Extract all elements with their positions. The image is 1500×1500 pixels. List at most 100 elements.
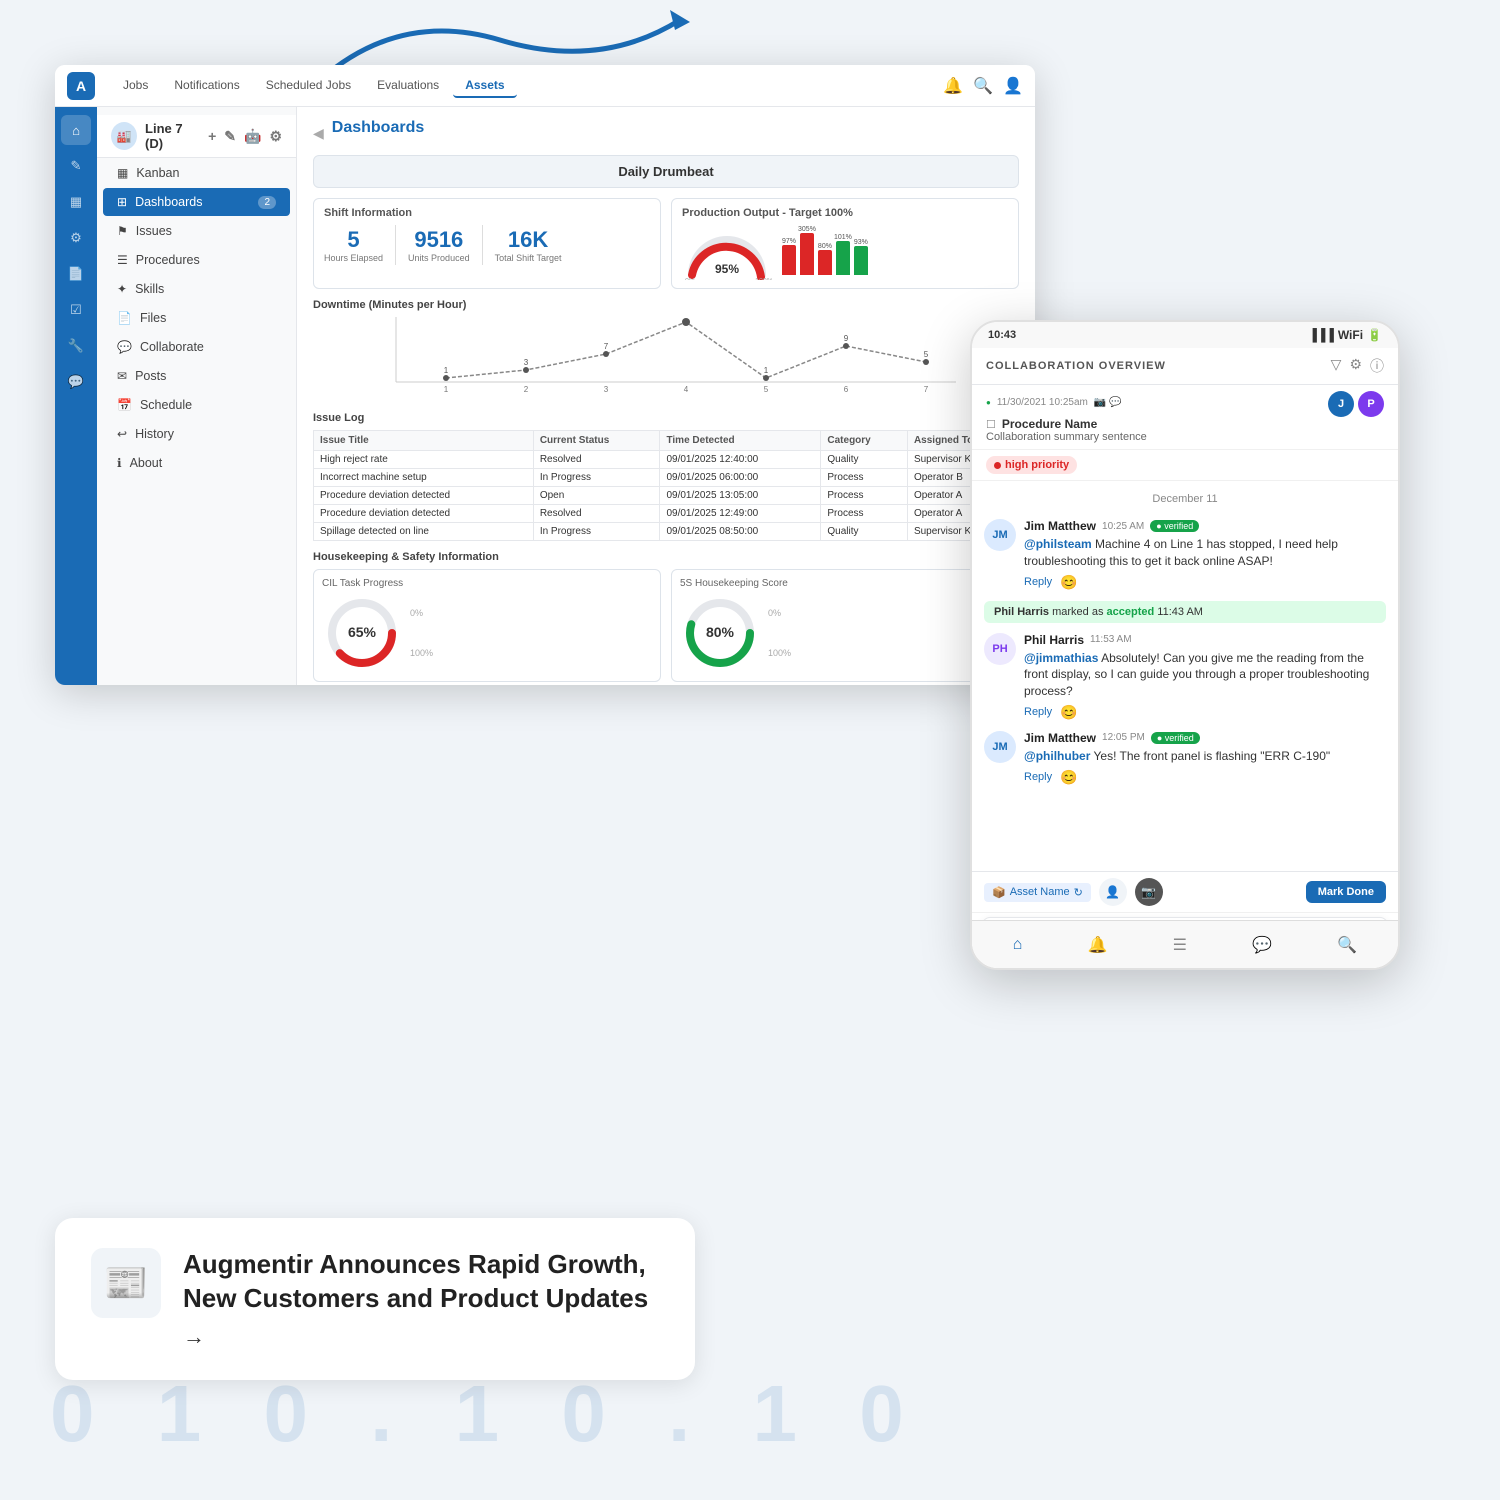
asset-title: Line 7 (D) — [145, 121, 200, 151]
sidebar-label-dashboards: Dashboards — [135, 195, 202, 209]
production-gauge: 95% 0% 100% — [682, 225, 772, 280]
sidebar-item-procedures[interactable]: ☰ Procedures — [103, 246, 290, 274]
sidebar-home-btn[interactable]: ⌂ — [61, 115, 91, 145]
capture-btn[interactable]: 📷 — [1135, 878, 1163, 906]
sidebar-item-schedule[interactable]: 📅 Schedule — [103, 391, 290, 419]
sidebar-label-files: Files — [140, 311, 166, 325]
accepted-label: marked as — [1052, 606, 1106, 618]
collapse-arrow[interactable]: ◀ — [313, 125, 324, 142]
search-icon[interactable]: 🔍 — [973, 76, 993, 96]
cell-category: Quality — [821, 523, 908, 541]
bell-icon[interactable]: 🔔 — [943, 76, 963, 96]
cell-category: Process — [821, 487, 908, 505]
svg-text:65%: 65% — [348, 624, 377, 640]
mobile-bottom-nav: ⌂ 🔔 ☰ 💬 🔍 — [972, 920, 1398, 968]
sidebar-chat-btn[interactable]: 💬 — [61, 367, 91, 397]
bottom-nav-search[interactable]: 🔍 — [1337, 935, 1357, 955]
cell-time: 09/01/2025 12:40:00 — [660, 451, 821, 469]
reaction-btn-2[interactable]: 😊 — [1060, 704, 1077, 721]
msg-content-2: Phil Harris 11:53 AM @jimmathias Absolut… — [1024, 633, 1386, 721]
edit-icon[interactable]: ✎ — [224, 128, 236, 145]
bottom-nav-list[interactable]: ☰ — [1173, 935, 1187, 955]
add-person-btn[interactable]: 👤 — [1099, 878, 1127, 906]
msg-time-3: 12:05 PM — [1102, 732, 1145, 743]
settings-icon[interactable]: ⚙ — [269, 128, 282, 145]
bottom-nav-home[interactable]: ⌂ — [1013, 936, 1023, 954]
svg-text:3: 3 — [604, 385, 609, 394]
asset-name-tag: 📦 Asset Name ↻ — [984, 883, 1091, 902]
info-icon[interactable]: ⓘ — [1370, 356, 1384, 376]
sidebar-checklist-btn[interactable]: ☑ — [61, 295, 91, 325]
sidebar-item-collaborate[interactable]: 💬 Collaborate — [103, 333, 290, 361]
svg-text:5: 5 — [924, 350, 929, 359]
sidebar-item-history[interactable]: ↩ History — [103, 420, 290, 448]
sidebar-item-kanban[interactable]: ▦ Kanban — [103, 159, 290, 187]
mobile-status-icons: ▐▐▐ WiFi 🔋 — [1308, 328, 1382, 342]
asset-tag-icon: 📦 — [992, 886, 1006, 899]
sidebar-label-collaborate: Collaborate — [140, 340, 204, 354]
msg-header-1: Jim Matthew 10:25 AM ● verified — [1024, 519, 1386, 533]
stat-divider-2 — [482, 225, 483, 265]
sidebar-label-procedures: Procedures — [136, 253, 200, 267]
msg-time-2: 11:53 AM — [1090, 634, 1132, 645]
reaction-btn-1[interactable]: 😊 — [1060, 574, 1077, 591]
msg-actions-1: Reply 😊 — [1024, 574, 1386, 591]
filter-icon[interactable]: ▽ — [1331, 356, 1342, 376]
content-area: ⌂ ✎ ▦ ⚙ 📄 ☑ 🔧 💬 🏭 Line 7 (D) + ✎ 🤖 ⚙ — [55, 107, 1035, 685]
user-icon[interactable]: 👤 — [1003, 76, 1023, 96]
plus-icon[interactable]: + — [208, 128, 216, 144]
asset-tag-close[interactable]: ↻ — [1074, 886, 1083, 899]
svg-text:100%: 100% — [755, 278, 772, 280]
reply-btn-2[interactable]: Reply — [1024, 706, 1052, 718]
news-arrow-icon: → — [183, 1324, 205, 1350]
sidebar-label-issues: Issues — [136, 224, 172, 238]
reply-btn-1[interactable]: Reply — [1024, 576, 1052, 588]
nav-tab-scheduled-jobs[interactable]: Scheduled Jobs — [254, 74, 363, 98]
participant-j: J — [1328, 391, 1354, 417]
dashboard-title: Dashboards — [332, 119, 424, 137]
cil-task-card: CIL Task Progress 65% 0% 100% — [313, 569, 661, 682]
cil-gauge: 65% 0% 100% — [322, 593, 652, 673]
score-svg-gauge: 80% — [680, 593, 760, 673]
cil-svg-gauge: 65% — [322, 593, 402, 673]
bar-4 — [836, 241, 850, 275]
nav-tabs: Jobs Notifications Scheduled Jobs Evalua… — [111, 74, 517, 98]
bottom-nav-chat[interactable]: 💬 — [1252, 935, 1272, 955]
sidebar-filter-btn[interactable]: ⚙ — [61, 223, 91, 253]
thread-date: 11/30/2021 10:25am — [997, 397, 1088, 408]
msg-verified-3: ● verified — [1151, 732, 1200, 744]
sidebar-item-posts[interactable]: ✉ Posts — [103, 362, 290, 390]
thread-summary: Collaboration summary sentence — [986, 431, 1384, 443]
svg-text:5: 5 — [764, 385, 769, 394]
bottom-nav-bell[interactable]: 🔔 — [1088, 935, 1108, 955]
main-panel: ◀ Dashboards Daily Drumbeat Shift Inform… — [297, 107, 1035, 685]
sidebar-item-issues[interactable]: ⚑ Issues — [103, 217, 290, 245]
units-produced-value: 9516 — [408, 227, 470, 253]
issues-icon: ⚑ — [117, 224, 128, 238]
mobile-overlay: 10:43 ▐▐▐ WiFi 🔋 COLLABORATION OVERVIEW … — [970, 320, 1400, 970]
housekeeping-title: Housekeeping & Safety Information — [313, 551, 1019, 563]
news-link[interactable]: → — [183, 1324, 659, 1350]
nav-tab-jobs[interactable]: Jobs — [111, 74, 160, 98]
nav-tab-assets[interactable]: Assets — [453, 74, 516, 98]
nav-tab-evaluations[interactable]: Evaluations — [365, 74, 451, 98]
sidebar-edit-btn[interactable]: ✎ — [61, 151, 91, 181]
housekeeping-section: Housekeeping & Safety Information CIL Ta… — [313, 551, 1019, 682]
nav-tab-notifications[interactable]: Notifications — [162, 74, 251, 98]
asset-header: 🏭 Line 7 (D) + ✎ 🤖 ⚙ — [97, 115, 296, 158]
downtime-title: Downtime (Minutes per Hour) — [313, 299, 1019, 311]
sidebar-wrench-btn[interactable]: 🔧 — [61, 331, 91, 361]
sidebar-item-files[interactable]: 📄 Files — [103, 304, 290, 332]
cell-category: Process — [821, 505, 908, 523]
reaction-btn-3[interactable]: 😊 — [1060, 769, 1077, 786]
settings-icon-chat[interactable]: ⚙ — [1349, 356, 1362, 376]
asset-name-text: Asset Name — [1010, 886, 1070, 898]
sidebar-item-about[interactable]: ℹ About — [103, 449, 290, 477]
sidebar-item-dashboards[interactable]: ⊞ Dashboards 2 — [103, 188, 290, 216]
sidebar-item-skills[interactable]: ✦ Skills — [103, 275, 290, 303]
mark-done-btn[interactable]: Mark Done — [1306, 881, 1386, 903]
sidebar-grid-btn[interactable]: ▦ — [61, 187, 91, 217]
robot-icon[interactable]: 🤖 — [244, 128, 261, 145]
reply-btn-3[interactable]: Reply — [1024, 771, 1052, 783]
sidebar-doc-btn[interactable]: 📄 — [61, 259, 91, 289]
